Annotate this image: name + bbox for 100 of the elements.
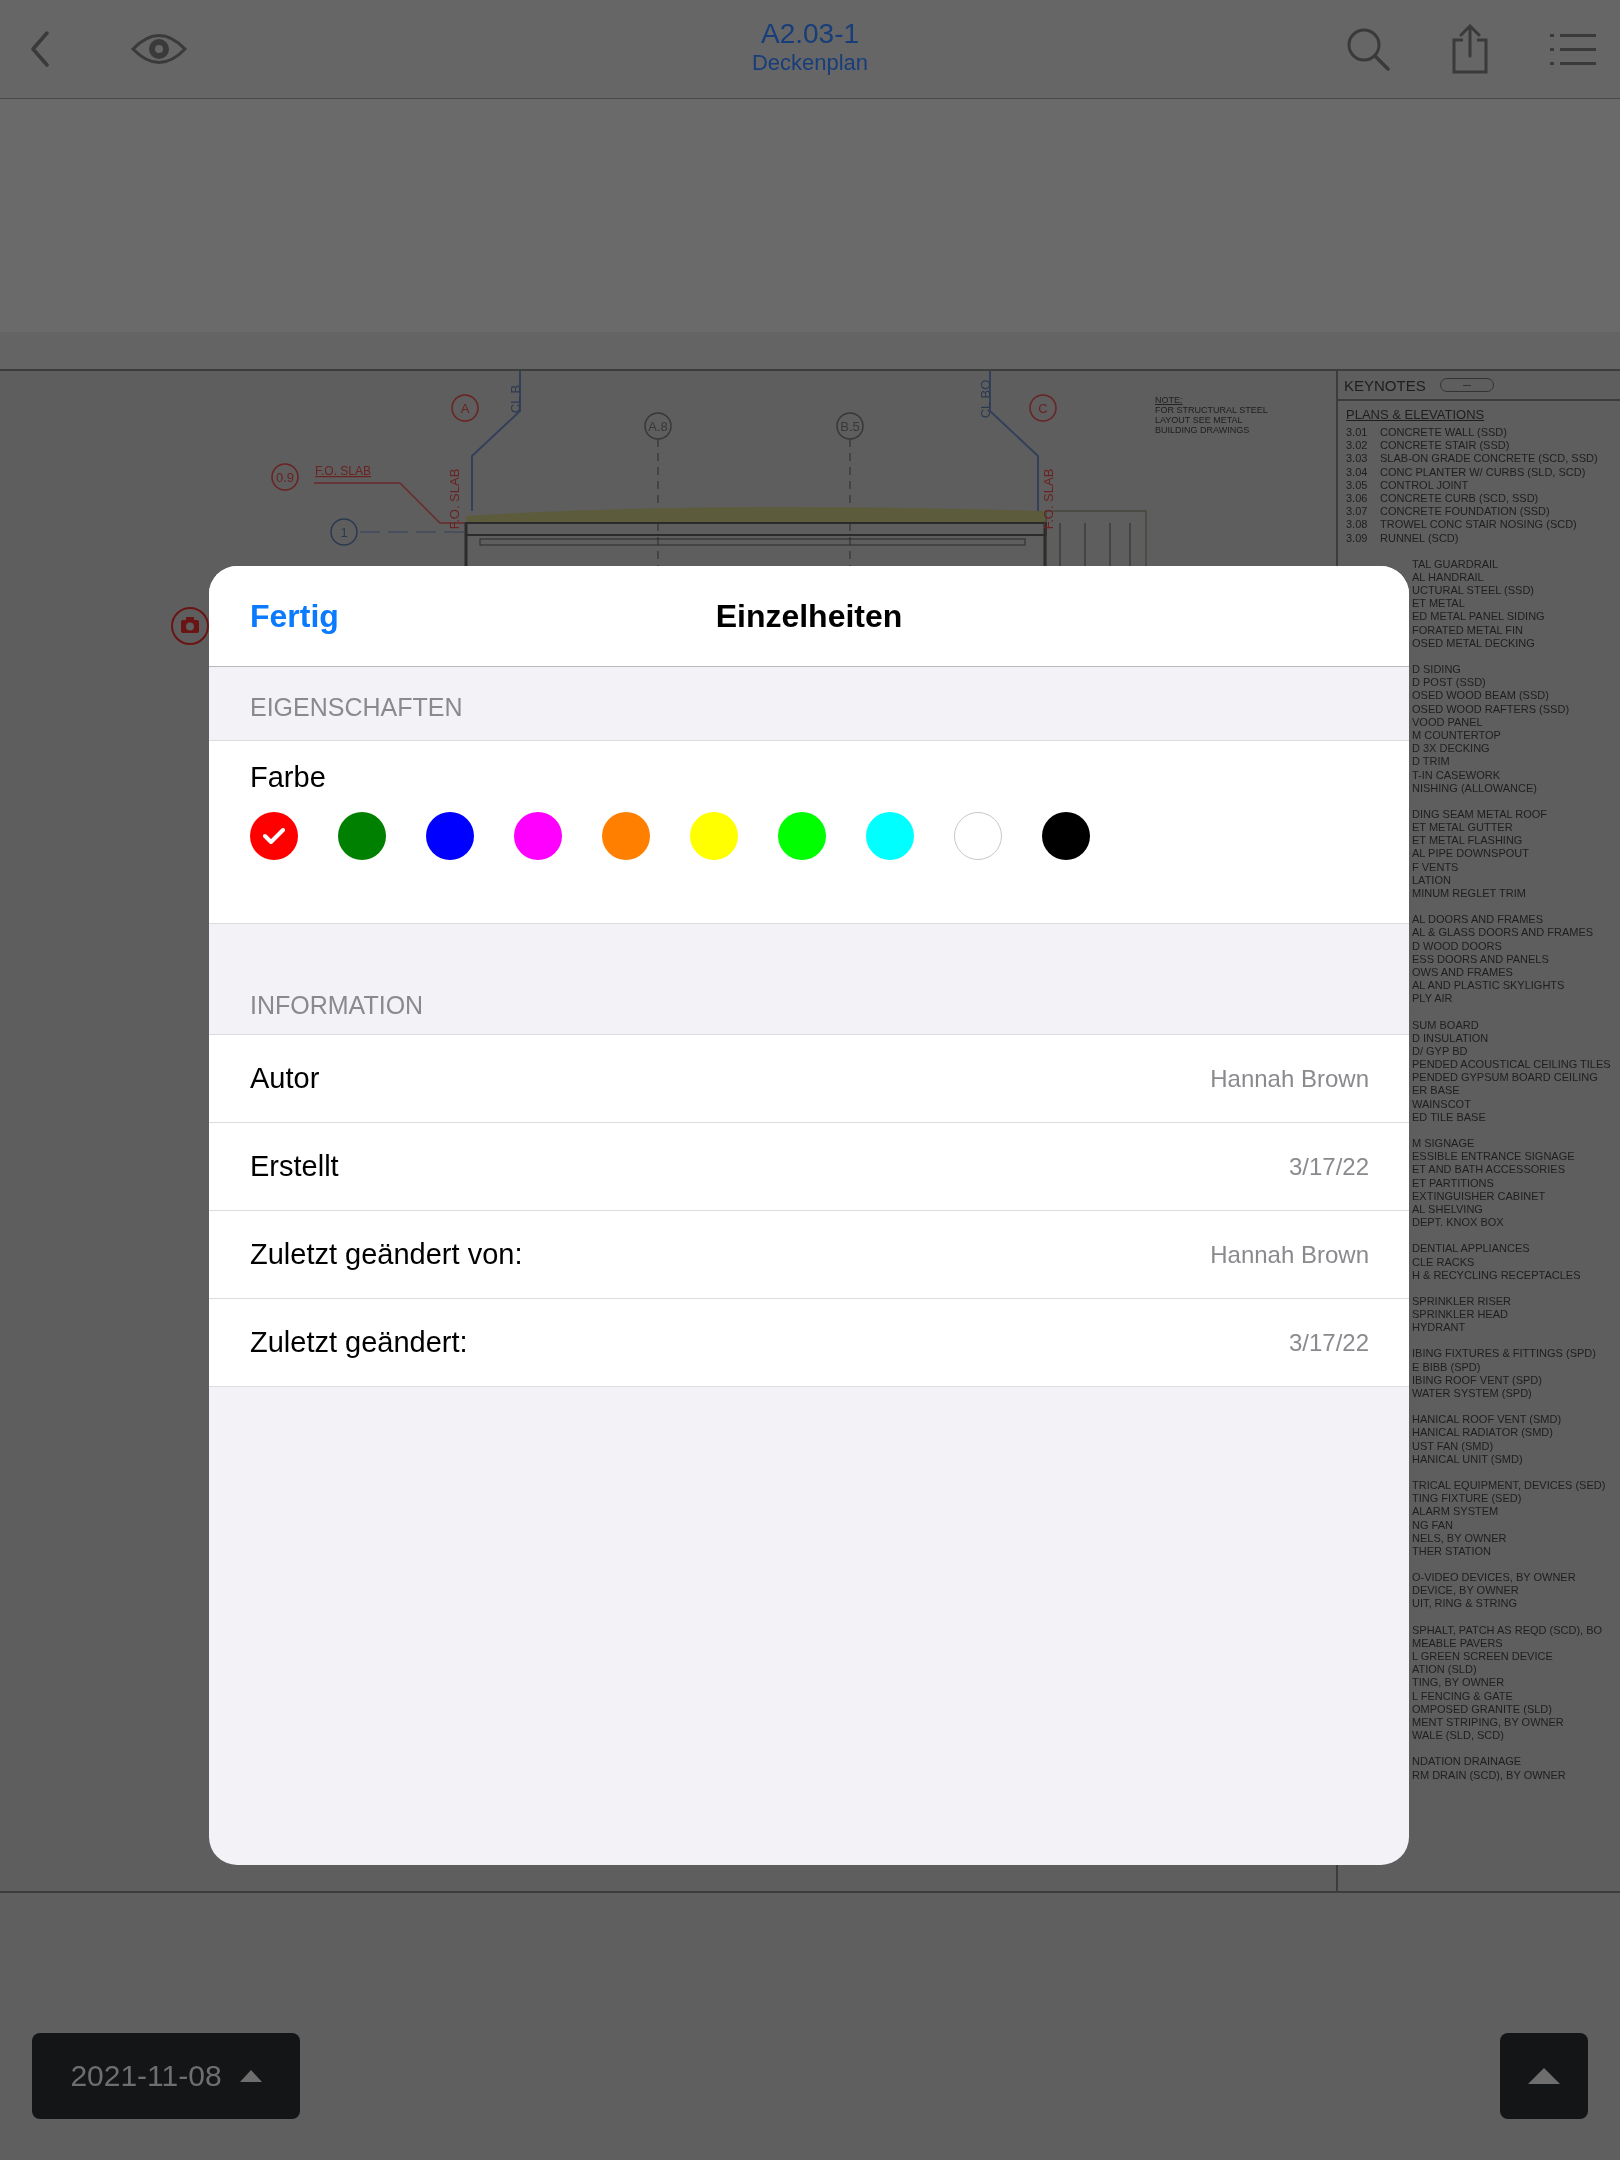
keynote-text: UCTURAL STEEL (SSD) — [1412, 584, 1536, 598]
grid-bubble: A — [451, 394, 479, 422]
keynote-text: LATION — [1412, 873, 1452, 887]
sheet-title: Einzelheiten — [715, 597, 903, 635]
color-swatch[interactable] — [250, 812, 298, 860]
keynote-text: TRICAL EQUIPMENT, DEVICES (SED) — [1412, 1478, 1607, 1493]
keynote-text: D WOOD DOORS — [1412, 939, 1503, 953]
keynote-text: ED TILE BASE — [1412, 1110, 1487, 1124]
keynote-text: HYDRANT — [1412, 1321, 1467, 1335]
keynote-text: DEVICE, BY OWNER — [1412, 1584, 1520, 1598]
keynote-text: D TRIM — [1412, 755, 1451, 769]
keynote-text: HANICAL UNIT (SMD) — [1412, 1452, 1524, 1466]
keynote-text: CONCRETE CURB (SCD, SSD) — [1380, 491, 1539, 506]
keynote-text: IBING FIXTURES & FITTINGS (SPD) — [1412, 1347, 1597, 1361]
eye-icon[interactable] — [130, 32, 188, 66]
sheet-name: Deckenplan — [751, 50, 869, 76]
grid-bubble: C — [1029, 394, 1057, 422]
keynote-number: 3.04 — [1346, 465, 1369, 479]
keynote-text: ED METAL PANEL SIDING — [1412, 610, 1546, 624]
keynote-text: TROWEL CONC STAIR NOSING (SCD) — [1380, 518, 1577, 532]
color-swatch[interactable] — [954, 812, 1002, 860]
keynote-text: CLE RACKS — [1412, 1255, 1476, 1269]
info-label: Zuletzt geändert: — [250, 1326, 468, 1359]
keynote-text: SPRINKLER HEAD — [1412, 1308, 1509, 1322]
keynote-text: ESS DOORS AND PANELS — [1412, 952, 1550, 966]
keynote-text: OWS AND FRAMES — [1412, 965, 1514, 980]
color-swatch[interactable] — [778, 812, 826, 860]
keynote-number: 3.01 — [1346, 426, 1369, 440]
keynote-text: AL SHELVING — [1412, 1202, 1484, 1217]
keynote-number: 3.02 — [1346, 439, 1369, 453]
expand-button[interactable] — [1500, 2033, 1588, 2119]
color-swatch[interactable] — [690, 812, 738, 860]
section-header: INFORMATION — [250, 991, 424, 1020]
keynote-text: PLY AIR — [1412, 992, 1454, 1006]
keynote-text: AL DOORS AND FRAMES — [1412, 913, 1544, 927]
keynote-text: ET METAL GUTTER — [1412, 821, 1514, 835]
keynote-number: 3.07 — [1346, 505, 1369, 519]
keynote-text: CONCRETE STAIR (SSD) — [1380, 439, 1510, 453]
color-swatch[interactable] — [426, 812, 474, 860]
date-button[interactable]: 2021-11-08 — [32, 2033, 300, 2119]
grid-line-label: F.O. SLAB — [1041, 468, 1056, 530]
keynote-text: D SIDING — [1412, 663, 1462, 677]
keynote-text: MINUM REGLET TRIM — [1412, 887, 1527, 901]
keynote-text: SLAB-ON GRADE CONCRETE (SCD, SSD) — [1380, 452, 1598, 466]
keynote-number: 3.05 — [1346, 478, 1369, 492]
info-value: Hannah Brown — [1210, 1064, 1369, 1093]
back-icon[interactable] — [30, 31, 50, 67]
keynote-text: EXTINGUISHER CABINET — [1412, 1189, 1547, 1203]
keynote-text: DING SEAM METAL ROOF — [1412, 807, 1549, 822]
search-icon[interactable] — [1346, 27, 1390, 71]
done-button[interactable]: Fertig — [250, 597, 339, 635]
note-text: BUILDING DRAWINGS — [1155, 425, 1250, 435]
color-swatch[interactable] — [1042, 812, 1090, 860]
keynote-number: 3.09 — [1346, 531, 1369, 545]
keynote-text: AL PIPE DOWNSPOUT — [1412, 847, 1530, 861]
keynote-text: HANICAL ROOF VENT (SMD) — [1412, 1413, 1563, 1427]
keynote-text: H & RECYCLING RECEPTACLES — [1412, 1268, 1582, 1282]
color-swatch[interactable] — [338, 812, 386, 860]
keynote-text: TAL GUARDRAIL — [1412, 557, 1500, 571]
keynote-text: AL HANDRAIL — [1412, 570, 1485, 585]
keynote-text: FORATED METAL FIN — [1412, 623, 1525, 637]
checkmark-icon — [263, 827, 285, 845]
keynotes-title: KEYNOTES — [1344, 376, 1426, 394]
keynote-text: SPRINKLER RISER — [1412, 1294, 1513, 1309]
keynote-text: ET METAL — [1412, 597, 1466, 611]
info-value: Hannah Brown — [1210, 1240, 1369, 1269]
list-icon[interactable] — [1550, 32, 1596, 66]
keynote-text: O-VIDEO DEVICES, BY OWNER — [1412, 1571, 1577, 1585]
keynote-text: TING FIXTURE (SED) — [1412, 1492, 1523, 1506]
keynote-text: CONTROL JOINT — [1380, 478, 1469, 492]
keynote-text: CONC PLANTER W/ CURBS (SLD, SCD) — [1380, 465, 1586, 479]
keynote-text: SUM BOARD — [1412, 1018, 1480, 1032]
color-swatch[interactable] — [602, 812, 650, 860]
keynote-text: PENDED ACOUSTICAL CEILING TILES — [1412, 1058, 1612, 1072]
keynote-text: ATION (SLD) — [1412, 1663, 1478, 1677]
sheet-number: A2.03-1 — [760, 18, 860, 50]
keynote-text: E BIBB (SPD) — [1412, 1360, 1482, 1374]
keynote-text: D POST (SSD) — [1412, 676, 1487, 690]
keynote-text: DEPT. KNOX BOX — [1412, 1216, 1505, 1230]
keynote-text: THER STATION — [1412, 1544, 1493, 1559]
keynote-text: NG FAN — [1412, 1518, 1454, 1532]
share-icon[interactable] — [1450, 24, 1490, 74]
keynote-text: F VENTS — [1412, 860, 1460, 874]
camera-icon[interactable] — [170, 606, 210, 646]
keynote-number: 3.03 — [1346, 452, 1369, 466]
info-value: 3/17/22 — [1288, 1328, 1369, 1357]
keynote-text: M SIGNAGE — [1412, 1137, 1476, 1151]
keynote-text: AL & GLASS DOORS AND FRAMES — [1412, 926, 1595, 940]
keynote-text: MENT STRIPING, BY OWNER — [1412, 1715, 1565, 1730]
color-swatch[interactable] — [866, 812, 914, 860]
keynote-text: M COUNTERTOP — [1412, 728, 1502, 743]
keynotes-section-title: PLANS & ELEVATIONS — [1346, 407, 1485, 422]
keynote-text: ESSIBLE ENTRANCE SIGNAGE — [1412, 1150, 1576, 1164]
color-swatch[interactable] — [514, 812, 562, 860]
keynote-text: WATER SYSTEM (SPD) — [1412, 1387, 1533, 1401]
info-label: Erstellt — [250, 1150, 339, 1183]
keynote-text: T-IN CASEWORK — [1412, 768, 1501, 782]
keynote-text: TING, BY OWNER — [1412, 1676, 1506, 1690]
keynote-text: OMPOSED GRANITE (SLD) — [1412, 1702, 1553, 1716]
keynote-text: NISHING (ALLOWANCE) — [1412, 781, 1538, 795]
